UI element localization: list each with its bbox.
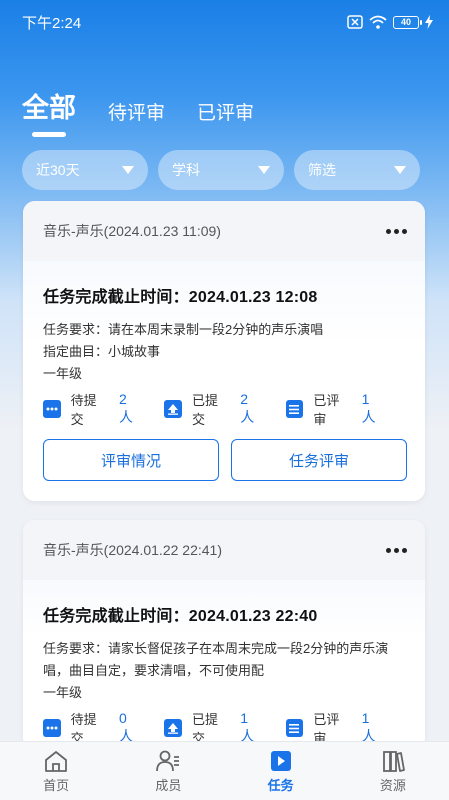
task-deadline: 任务完成截止时间：2024.01.23 22:40 [43, 608, 318, 625]
task-actions: 评审情况 任务评审 [43, 439, 407, 501]
task-card-body: 任务完成截止时间：2024.01.23 22:40 任务要求：请家长督促孩子在本… [23, 580, 425, 746]
reviewed-label: 已评审 [313, 393, 340, 427]
task-counts: 待提交 0人 已提交 1人 已评审 1人 [43, 710, 407, 746]
task-counts: 待提交 2人 已提交 2人 已评审 1人 [43, 391, 407, 427]
task-card-header: 音乐-声乐(2024.01.23 11:09) [23, 201, 425, 261]
filter-date-range[interactable]: 近30天 [22, 150, 148, 190]
pending-count: 待提交 2人 [43, 390, 140, 428]
more-options-icon[interactable] [386, 542, 407, 559]
review-status-button[interactable]: 评审情况 [43, 439, 219, 481]
upload-icon [164, 719, 182, 737]
pending-label: 待提交 [70, 393, 97, 427]
tab-reviewed[interactable]: 已评审 [197, 98, 254, 125]
filter-more[interactable]: 筛选 [294, 150, 420, 190]
task-grade: 一年级 [43, 366, 83, 381]
reviewed-count: 已评审 1人 [285, 390, 383, 428]
task-song: 指定曲目：小城故事 [43, 344, 161, 359]
list-icon [285, 719, 304, 737]
task-review-button[interactable]: 任务评审 [231, 439, 407, 481]
tab-bar: 全部 待评审 已评审 [22, 86, 254, 137]
upload-icon [164, 400, 182, 418]
charging-icon [425, 15, 433, 29]
pending-value: 2人 [118, 391, 133, 425]
pending-icon [43, 719, 61, 737]
nav-members-label: 成员 [155, 777, 182, 793]
filter-date-label: 近30天 [36, 162, 80, 178]
status-bar: 下午2:24 40 [0, 0, 449, 44]
bottom-nav: 首页 成员 任务 资源 [0, 741, 449, 800]
tab-pending-review[interactable]: 待评审 [108, 98, 165, 125]
nav-resources[interactable]: 资源 [353, 749, 433, 794]
filter-subject[interactable]: 学科 [158, 150, 284, 190]
submitted-count: 已提交 2人 [164, 390, 261, 428]
status-time: 下午2:24 [22, 14, 82, 32]
task-subject-time: 音乐-声乐(2024.01.23 11:09) [43, 223, 221, 239]
pending-icon [43, 400, 61, 418]
reviewed-value: 1人 [361, 391, 376, 425]
submitted-value: 2人 [240, 391, 255, 425]
task-card-body: 任务完成截止时间：2024.01.23 12:08 任务要求：请在本周末录制一段… [23, 261, 425, 501]
battery-icon: 40 [393, 15, 422, 29]
nav-tasks[interactable]: 任务 [241, 749, 321, 794]
filter-subject-label: 学科 [172, 162, 200, 178]
tab-all[interactable]: 全部 [22, 86, 76, 137]
nav-home-label: 首页 [43, 777, 70, 793]
task-icon [270, 750, 291, 771]
list-icon [285, 400, 304, 418]
task-card[interactable]: 音乐-声乐(2024.01.23 11:09) 任务完成截止时间：2024.01… [23, 201, 425, 501]
nav-tasks-label: 任务 [267, 777, 294, 793]
task-grade: 一年级 [43, 685, 83, 700]
submitted-label: 已提交 [191, 393, 218, 427]
filter-bar: 近30天 学科 筛选 [22, 150, 420, 190]
task-deadline: 任务完成截止时间：2024.01.23 12:08 [43, 289, 318, 306]
task-card-header: 音乐-声乐(2024.01.22 22:41) [23, 520, 425, 580]
task-subject-time: 音乐-声乐(2024.01.22 22:41) [43, 542, 222, 558]
dropdown-arrow-icon [394, 166, 406, 174]
resources-icon [382, 750, 405, 772]
nav-home[interactable]: 首页 [16, 749, 96, 794]
nav-members[interactable]: 成员 [128, 749, 208, 794]
task-requirement: 任务要求：请家长督促孩子在本周末完成一段2分钟的声乐演唱，曲目自定，要求清唱，不… [43, 641, 389, 678]
home-icon [45, 750, 68, 772]
filter-more-label: 筛选 [308, 162, 336, 178]
members-icon [156, 750, 180, 771]
more-options-icon[interactable] [386, 223, 407, 240]
task-requirement: 任务要求：请在本周末录制一段2分钟的声乐演唱 [43, 322, 324, 337]
no-sim-icon [347, 15, 363, 29]
status-icons: 40 [347, 15, 433, 29]
dropdown-arrow-icon [122, 166, 134, 174]
nav-resources-label: 资源 [379, 777, 406, 793]
task-card[interactable]: 音乐-声乐(2024.01.22 22:41) 任务完成截止时间：2024.01… [23, 520, 425, 750]
dropdown-arrow-icon [258, 166, 270, 174]
wifi-icon [369, 15, 387, 29]
